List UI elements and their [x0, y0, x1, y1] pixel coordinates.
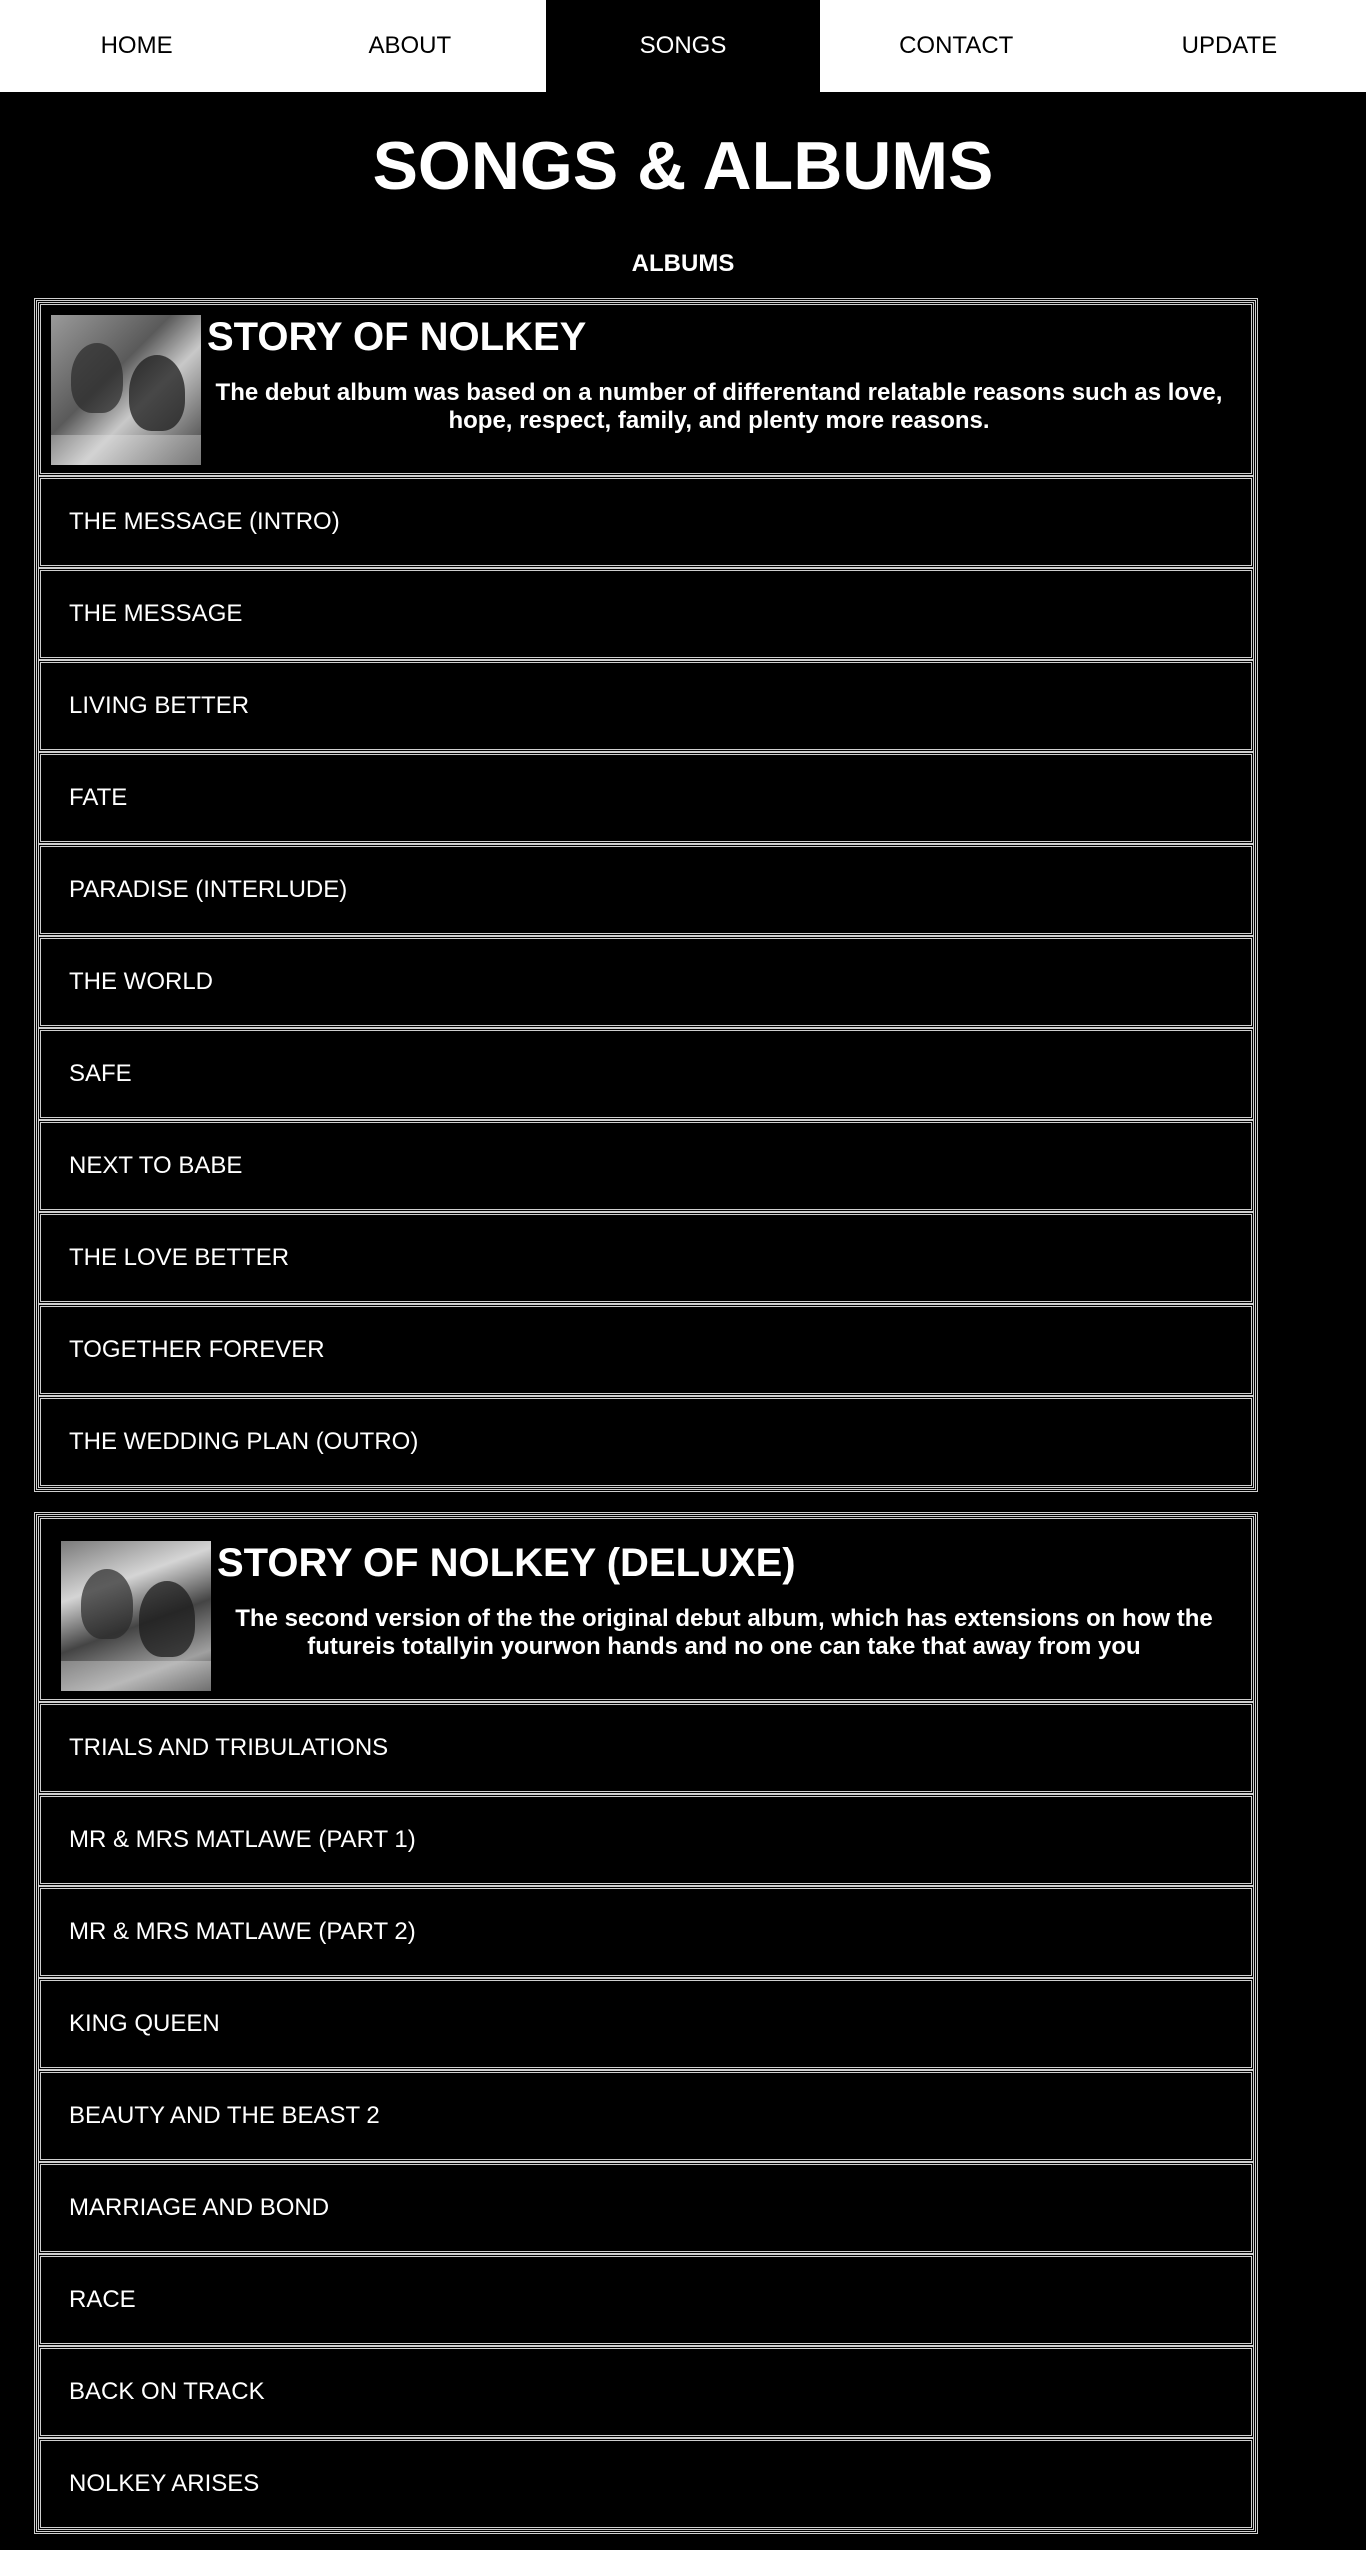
track-item[interactable]: THE WEDDING PLAN (OUTRO)	[38, 1396, 1254, 1488]
track-item[interactable]: THE MESSAGE	[38, 568, 1254, 660]
track-item[interactable]: FATE	[38, 752, 1254, 844]
track-item[interactable]: PARADISE (INTERLUDE)	[38, 844, 1254, 936]
album-cover-image	[51, 315, 201, 465]
track-item[interactable]: TRIALS AND TRIBULATIONS	[38, 1702, 1254, 1794]
nav-songs[interactable]: SONGS	[546, 0, 820, 92]
track-item[interactable]: THE MESSAGE (INTRO)	[38, 476, 1254, 568]
track-item[interactable]: LIVING BETTER	[38, 660, 1254, 752]
track-item[interactable]: NOLKEY ARISES	[38, 2438, 1254, 2530]
album-description: The debut album was based on a number of…	[215, 379, 1223, 434]
section-heading-albums: ALBUMS	[631, 250, 735, 277]
album-story-of-nolkey-deluxe: STORY OF NOLKEY (DELUXE) The second vers…	[34, 1512, 1258, 2534]
track-item[interactable]: NEXT TO BABE	[38, 1120, 1254, 1212]
album-info: STORY OF NOLKEY (DELUXE) The second vers…	[217, 1519, 1251, 1681]
track-item[interactable]: THE LOVE BETTER	[38, 1212, 1254, 1304]
track-item[interactable]: BEAUTY AND THE BEAST 2	[38, 2070, 1254, 2162]
track-item[interactable]: MARRIAGE AND BOND	[38, 2162, 1254, 2254]
album-title: STORY OF NOLKEY	[207, 315, 587, 359]
track-item[interactable]: SAFE	[38, 1028, 1254, 1120]
album-header: STORY OF NOLKEY (DELUXE) The second vers…	[38, 1516, 1254, 1702]
track-item[interactable]: RACE	[38, 2254, 1254, 2346]
album-cover-image	[61, 1541, 211, 1691]
album-description: The second version of the the original d…	[235, 1605, 1213, 1660]
nav-update[interactable]: UPDATE	[1093, 0, 1366, 92]
track-item[interactable]: BACK ON TRACK	[38, 2346, 1254, 2438]
track-item[interactable]: MR & MRS MATLAWE (PART 1)	[38, 1794, 1254, 1886]
track-item[interactable]: MR & MRS MATLAWE (PART 2)	[38, 1886, 1254, 1978]
nav-about[interactable]: ABOUT	[273, 0, 546, 92]
nav-contact[interactable]: CONTACT	[820, 0, 1093, 92]
top-nav: HOME ABOUT SONGS CONTACT UPDATE	[0, 0, 1366, 92]
nav-home[interactable]: HOME	[0, 0, 273, 92]
album-info: STORY OF NOLKEY The debut album was base…	[207, 305, 1251, 455]
track-item[interactable]: TOGETHER FOREVER	[38, 1304, 1254, 1396]
track-item[interactable]: THE WORLD	[38, 936, 1254, 1028]
album-story-of-nolkey: STORY OF NOLKEY The debut album was base…	[34, 298, 1258, 1492]
album-title: STORY OF NOLKEY (DELUXE)	[217, 1541, 796, 1585]
track-item[interactable]: KING QUEEN	[38, 1978, 1254, 2070]
album-header: STORY OF NOLKEY The debut album was base…	[38, 302, 1254, 476]
page-title: SONGS & ALBUMS	[372, 128, 994, 204]
